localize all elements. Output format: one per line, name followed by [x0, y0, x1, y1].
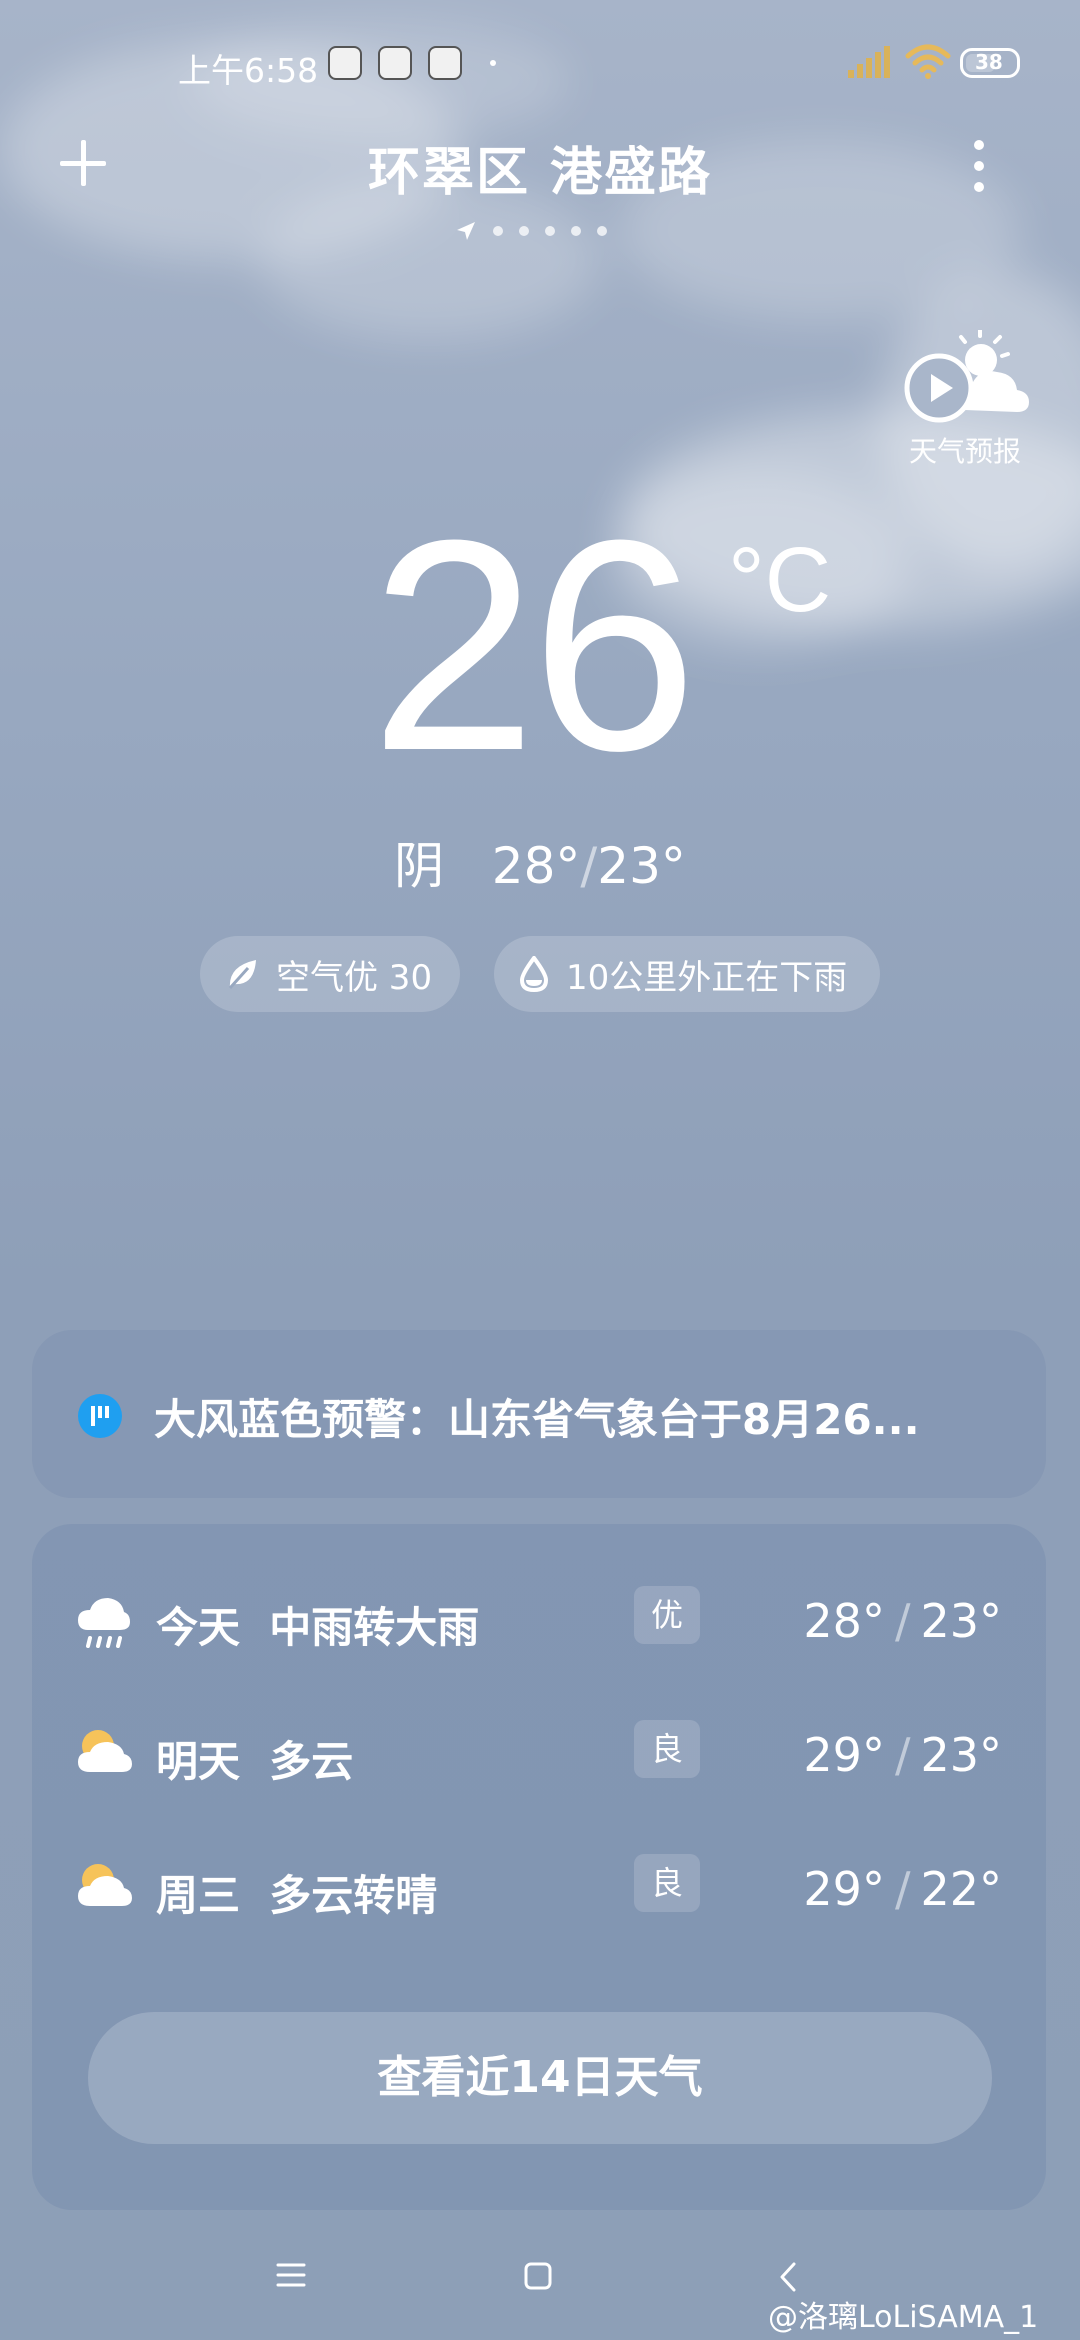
pager-dot: [571, 226, 581, 236]
back-icon[interactable]: [776, 2260, 800, 2294]
city-pager[interactable]: [455, 218, 607, 244]
pager-dot: [493, 226, 503, 236]
pager-dot: [519, 226, 529, 236]
forecast-temps: 29°/22°: [803, 1862, 1002, 1916]
weather-alert-card[interactable]: 大风蓝色预警：山东省气象台于8月26...: [32, 1330, 1046, 1498]
battery-level: 38: [975, 50, 1003, 74]
high-temp: 28°: [491, 837, 581, 895]
forecast-row-tomorrow[interactable]: 明天 多云 良 29°/23°: [32, 1708, 1046, 1798]
air-quality-text: 空气优 30: [276, 957, 433, 998]
city-title: 环翠区 港盛路: [367, 143, 713, 203]
rain-cloud-icon: [78, 1598, 130, 1648]
aqi-badge: 良: [634, 1854, 700, 1912]
forecast-temps: 28°/23°: [803, 1594, 1002, 1648]
status-bar: 上午6:58 38: [0, 40, 1080, 90]
forecast-temps: 29°/23°: [803, 1728, 1002, 1782]
menu-icon[interactable]: [274, 2260, 308, 2290]
alert-text: 大风蓝色预警：山东省气象台于8月26...: [154, 1395, 920, 1444]
battery-icon: 38: [960, 48, 1020, 78]
more-menu-button[interactable]: [968, 140, 990, 192]
alert-flag-icon: [78, 1394, 122, 1438]
signal-icon: [848, 46, 890, 78]
notification-icon: [428, 46, 462, 80]
forecast-day-label: 周三 多云转晴: [156, 1871, 438, 1920]
partly-cloudy-icon: [78, 1864, 132, 1906]
temperature-unit: °C: [728, 529, 832, 631]
home-icon[interactable]: [522, 2260, 554, 2292]
view-14-day-button[interactable]: 查看近14日天气: [88, 2012, 992, 2144]
condition-text: 阴: [394, 837, 445, 895]
forecast-card: 今天 中雨转大雨 优 28°/23° 明天 多云 良 29°/23° 周三 多云…: [32, 1524, 1046, 2210]
wifi-icon: [905, 44, 951, 79]
forecast-row-wednesday[interactable]: 周三 多云转晴 良 29°/22°: [32, 1842, 1046, 1932]
video-play-icon: [904, 328, 1029, 423]
partly-cloudy-icon: [78, 1730, 132, 1772]
current-temperature: 26: [370, 477, 698, 813]
aqi-badge: 良: [634, 1720, 700, 1778]
rain-nearby-chip[interactable]: 10公里外正在下雨: [494, 936, 880, 1012]
aqi-badge: 优: [634, 1586, 700, 1644]
low-temp: 23°: [597, 837, 686, 895]
notification-icon: [378, 46, 412, 80]
more-notifications-dot: [490, 60, 496, 66]
rain-nearby-text: 10公里外正在下雨: [566, 957, 848, 998]
current-condition: 阴 28°/23°: [394, 837, 686, 895]
pager-dot: [597, 226, 607, 236]
watermark: @洛璃LoLiSAMA_1: [768, 2300, 1039, 2335]
raindrop-icon: [519, 956, 549, 992]
air-quality-chip[interactable]: 空气优 30: [200, 936, 460, 1012]
pager-dot: [545, 226, 555, 236]
leaf-icon: [228, 960, 256, 990]
forecast-day-label: 今天 中雨转大雨: [156, 1603, 480, 1652]
weather-video-label: 天气预报: [908, 435, 1021, 468]
forecast-row-today[interactable]: 今天 中雨转大雨 优 28°/23°: [32, 1574, 1046, 1664]
notification-icon: [328, 46, 362, 80]
weather-video-button[interactable]: 天气预报: [895, 328, 1035, 468]
status-time: 上午6:58: [178, 51, 319, 90]
location-arrow-icon: [457, 222, 475, 240]
forecast-day-label: 明天 多云: [156, 1737, 354, 1786]
